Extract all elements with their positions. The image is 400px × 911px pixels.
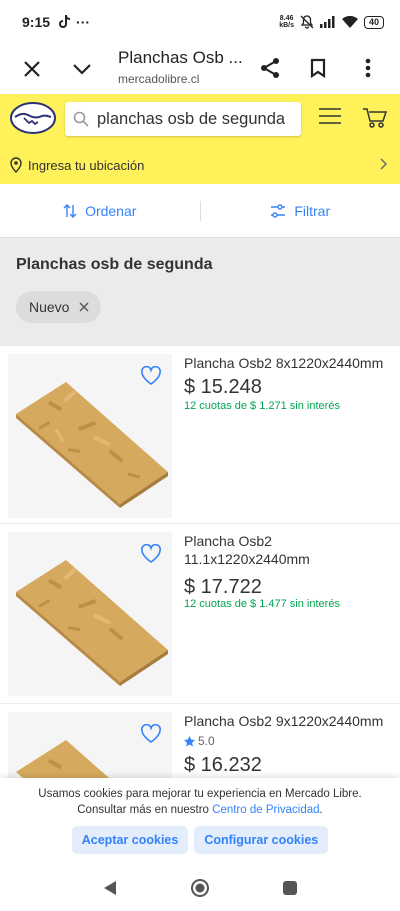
sort-label: Ordenar [85, 202, 137, 219]
share-icon[interactable] [258, 56, 282, 80]
close-icon[interactable] [79, 302, 89, 312]
product-card[interactable]: Plancha Osb2 8x1220x2440mm $ 15.248 12 c… [0, 346, 400, 524]
back-icon[interactable] [102, 880, 118, 896]
cart-icon[interactable] [362, 107, 388, 134]
filter-button[interactable]: Filtrar [201, 203, 400, 219]
heart-icon[interactable] [140, 366, 162, 386]
location-label: Ingresa tu ubicación [28, 157, 145, 173]
bookmark-icon[interactable] [306, 56, 330, 80]
product-installments: 12 cuotas de $ 1.271 sin interés [184, 400, 340, 412]
more-notifications-icon: ··· [76, 14, 91, 30]
sort-button[interactable]: Ordenar [0, 203, 200, 219]
filter-icon [271, 203, 286, 218]
mercadolibre-logo[interactable] [10, 102, 56, 134]
chip-label: Nuevo [29, 299, 70, 315]
search-icon [73, 111, 89, 127]
site-header: planchas osb de segunda Ingresa tu ubica… [0, 94, 400, 184]
results-title: Planchas osb de segunda [16, 256, 213, 273]
heart-icon[interactable] [140, 724, 162, 744]
rating-value: 5.0 [198, 734, 215, 748]
signal-icon [319, 16, 335, 28]
search-query: planchas osb de segunda [97, 109, 286, 128]
mute-icon [300, 15, 314, 29]
browser-toolbar: Planchas Osb ... mercadolibre.cl [0, 44, 400, 94]
location-pin-icon [10, 157, 22, 173]
product-card[interactable]: Plancha Osb2 11.1x1220x2440mm $ 17.722 1… [0, 524, 400, 704]
cookie-banner: Usamos cookies para mejorar tu experienc… [0, 778, 400, 864]
system-nav-bar [0, 864, 400, 911]
status-time: 9:15 [22, 14, 51, 30]
page-title: Planchas Osb ... [118, 48, 243, 67]
sort-icon [63, 203, 77, 218]
product-price: $ 16.232 [184, 754, 262, 776]
more-icon[interactable] [356, 56, 380, 80]
chevron-right-icon [380, 158, 387, 170]
sort-filter-bar: Ordenar Filtrar [0, 184, 400, 238]
filter-label: Filtrar [294, 202, 331, 219]
wifi-icon [341, 16, 358, 28]
menu-icon[interactable] [318, 107, 342, 130]
recents-icon[interactable] [282, 880, 298, 896]
accept-cookies-button[interactable]: Aceptar cookies [71, 826, 189, 854]
cookie-message-2: Consultar más en nuestro [77, 804, 209, 816]
network-speed: 8.46 kB/s [279, 15, 294, 29]
product-installments: 12 cuotas de $ 1.477 sin interés [184, 598, 340, 610]
privacy-center-link[interactable]: Centro de Privacidad [212, 804, 319, 816]
chevron-down-icon[interactable] [70, 57, 94, 81]
home-icon[interactable] [190, 878, 210, 898]
product-title[interactable]: Plancha Osb2 9x1220x2440mm [184, 712, 389, 730]
location-bar[interactable]: Ingresa tu ubicación [0, 150, 400, 180]
star-icon [184, 735, 195, 746]
product-title[interactable]: Plancha Osb2 11.1x1220x2440mm [184, 532, 310, 568]
search-input[interactable]: planchas osb de segunda [65, 102, 301, 136]
configure-cookies-button[interactable]: Configurar cookies [194, 826, 329, 854]
product-title[interactable]: Plancha Osb2 8x1220x2440mm [184, 354, 389, 372]
status-bar: 9:15 ··· 8.46 kB/s 40 [0, 0, 400, 44]
page-url: mercadolibre.cl [118, 72, 200, 86]
filter-chip-nuevo[interactable]: Nuevo [16, 291, 102, 323]
tiktok-icon [59, 15, 71, 28]
product-rating: 5.0 [184, 734, 215, 748]
close-icon[interactable] [20, 57, 44, 81]
heart-icon[interactable] [140, 544, 162, 564]
product-price: $ 15.248 [184, 376, 262, 398]
product-price: $ 17.722 [184, 576, 262, 598]
cookie-message: Usamos cookies para mejorar tu experienc… [38, 788, 362, 800]
battery-indicator: 40 [363, 15, 384, 29]
